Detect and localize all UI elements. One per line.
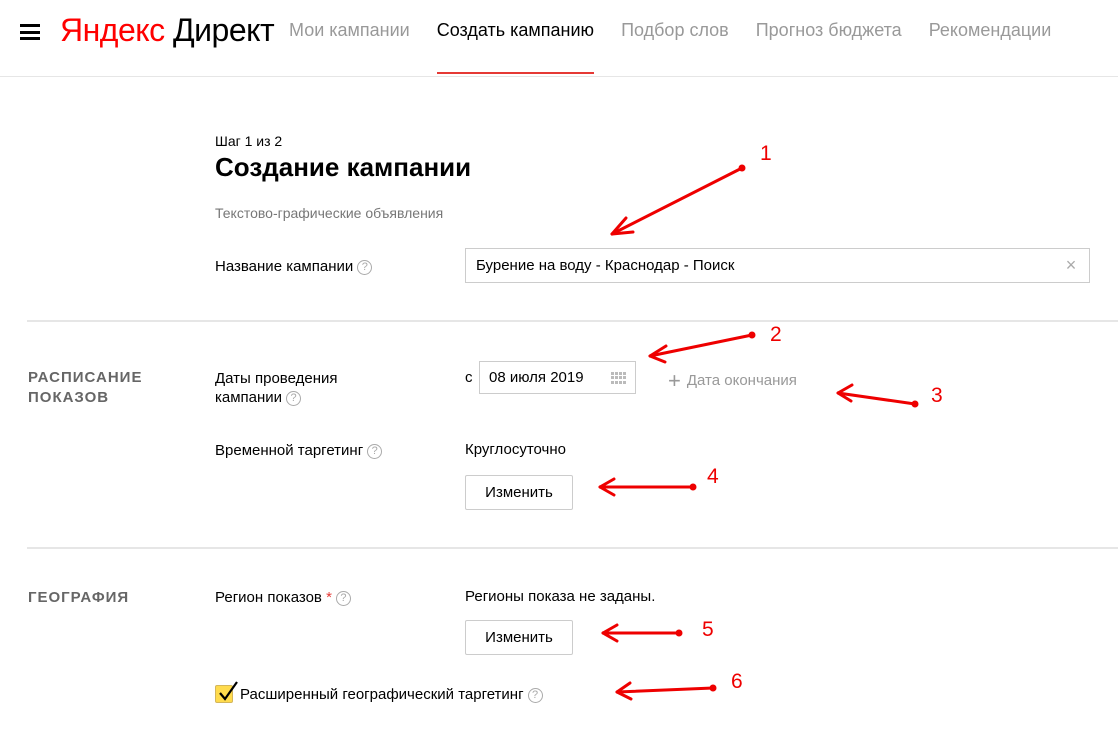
annotation-arrowhead-1 — [610, 216, 635, 236]
annotation-arrowhead-2 — [648, 344, 668, 364]
section-title-line: РАСПИСАНИЕ — [28, 369, 143, 386]
start-date-value: 08 июля 2019 — [489, 369, 584, 386]
divider — [27, 320, 1118, 322]
region-value: Регионы показа не заданы. — [465, 588, 656, 605]
calendar-icon[interactable] — [611, 372, 627, 384]
campaign-dates-label-line: Даты проведения — [215, 370, 338, 387]
help-icon[interactable]: ? — [335, 591, 351, 606]
header: Яндекс Директ Мои кампании Создать кампа… — [0, 0, 1118, 77]
annotation-arrowhead-6 — [615, 681, 633, 701]
help-icon[interactable]: ? — [286, 391, 302, 406]
campaign-dates-label: Даты проведения кампании? — [215, 369, 338, 407]
annotation-number-4: 4 — [707, 465, 719, 488]
annotation-dot-6 — [709, 684, 717, 692]
annotation-dot-1 — [738, 164, 746, 172]
annotation-arrowhead-5 — [601, 623, 619, 643]
annotation-number-1: 1 — [760, 142, 772, 165]
change-region-button[interactable]: Изменить — [465, 620, 573, 655]
region-label-text: Регион показов — [215, 589, 322, 606]
logo[interactable]: Яндекс Директ — [60, 12, 275, 49]
add-end-date-link[interactable]: + Дата окончания — [668, 368, 797, 394]
annotation-dot-4 — [689, 483, 697, 491]
hamburger-menu-icon[interactable] — [20, 24, 40, 40]
nav-my-campaigns[interactable]: Мои кампании — [289, 20, 410, 41]
section-title-schedule: РАСПИСАНИЕ ПОКАЗОВ — [28, 368, 142, 408]
campaign-name-label-text: Название кампании — [215, 258, 354, 275]
extended-geo-label-text: Расширенный географический таргетинг — [240, 686, 524, 703]
campaign-dates-label-line: кампании — [215, 389, 283, 406]
main-nav: Мои кампании Создать кампанию Подбор сло… — [289, 20, 1078, 74]
campaign-name-label: Название кампании? — [215, 257, 373, 276]
help-icon[interactable]: ? — [367, 444, 383, 459]
help-icon[interactable]: ? — [527, 688, 543, 703]
annotation-number-5: 5 — [702, 618, 714, 641]
plus-icon: + — [668, 368, 681, 393]
annotation-arrowhead-4 — [598, 477, 616, 497]
section-title-line: ПОКАЗОВ — [28, 389, 110, 406]
annotation-number-3: 3 — [931, 384, 943, 407]
checkmark-icon — [219, 681, 238, 701]
change-time-targeting-button[interactable]: Изменить — [465, 475, 573, 510]
nav-budget-forecast[interactable]: Прогноз бюджета — [756, 20, 902, 41]
page-title: Создание кампании — [215, 152, 472, 182]
time-targeting-value: Круглосуточно — [465, 441, 566, 458]
campaign-name-value: Бурение на воду - Краснодар - Поиск — [476, 257, 735, 274]
annotation-number-2: 2 — [770, 323, 782, 346]
annotation-arrow-6 — [615, 686, 715, 694]
help-icon[interactable]: ? — [357, 260, 373, 275]
time-targeting-label-text: Временной таргетинг — [215, 442, 364, 459]
annotation-arrow-1 — [610, 166, 744, 236]
time-targeting-label: Временной таргетинг? — [215, 441, 383, 460]
nav-word-selection[interactable]: Подбор слов — [621, 20, 729, 41]
nav-recommendations[interactable]: Рекомендации — [929, 20, 1052, 41]
section-title-geography: ГЕОГРАФИЯ — [28, 589, 130, 606]
nav-create-campaign[interactable]: Создать кампанию — [436, 20, 595, 74]
extended-geo-checkbox[interactable] — [215, 681, 238, 703]
end-date-label: Дата окончания — [686, 372, 797, 389]
annotation-dot-5 — [675, 629, 683, 637]
annotation-arrow-2 — [648, 333, 754, 358]
clear-icon[interactable]: × — [1063, 256, 1079, 274]
logo-direct: Директ — [164, 12, 275, 48]
annotation-arrowhead-3 — [836, 383, 854, 403]
required-mark: * — [326, 589, 332, 606]
annotation-number-6: 6 — [731, 670, 743, 693]
extended-geo-label: Расширенный географический таргетинг? — [240, 686, 543, 703]
campaign-name-input[interactable]: Бурение на воду - Краснодар - Поиск × — [465, 248, 1090, 283]
step-indicator: Шаг 1 из 2 — [215, 133, 283, 149]
annotation-arrow-3 — [836, 391, 917, 406]
campaign-type: Текстово-графические объявления — [215, 205, 444, 221]
annotation-dot-2 — [748, 331, 756, 339]
annotation-dot-3 — [911, 400, 919, 408]
region-label: Регион показов *? — [215, 588, 351, 607]
start-date-input[interactable]: 08 июля 2019 — [479, 361, 636, 394]
date-from-prefix: с — [465, 369, 473, 386]
divider — [27, 547, 1118, 549]
logo-yandex: Яндекс — [60, 12, 165, 48]
